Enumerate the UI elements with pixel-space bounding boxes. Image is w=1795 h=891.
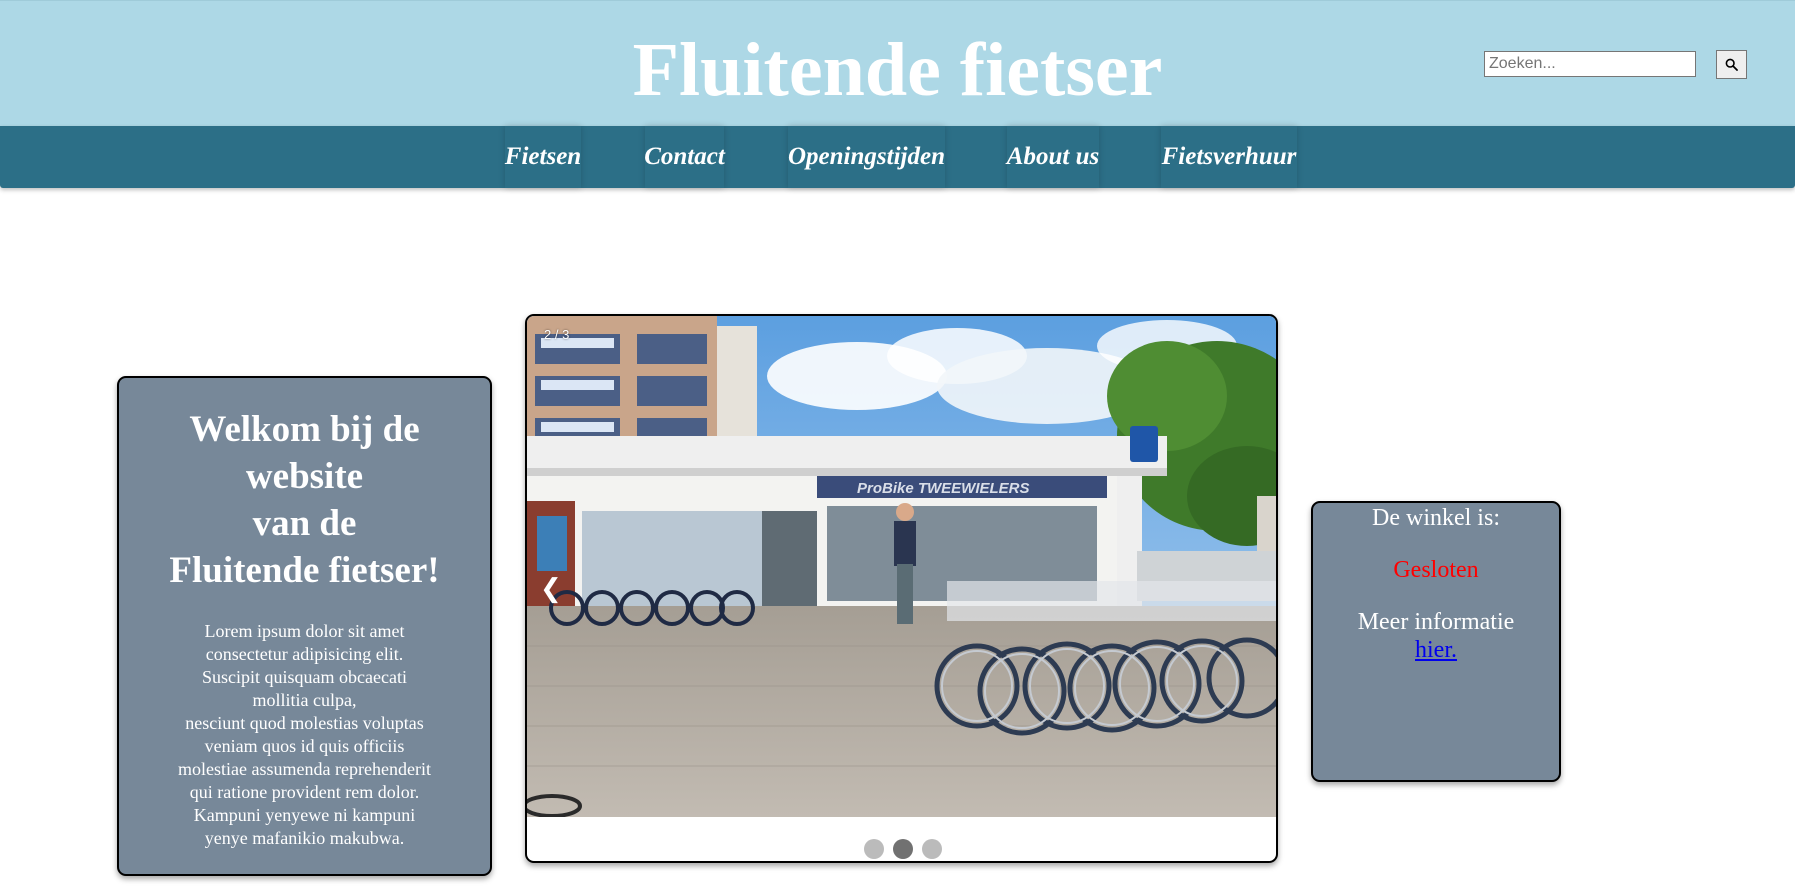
search-button[interactable] bbox=[1716, 50, 1747, 79]
image-carousel: ProBike TWEEWIELERS 2 / 3 ❮ bbox=[525, 314, 1278, 863]
store-status-card: De winkel is: Gesloten Meer informatie h… bbox=[1311, 501, 1561, 782]
nav-item-fietsen[interactable]: Fietsen bbox=[505, 126, 581, 188]
main-navigation: Fietsen Contact Openingstijden About us … bbox=[0, 126, 1795, 188]
nav-item-about-us[interactable]: About us bbox=[1007, 126, 1099, 188]
welcome-card: Welkom bij de website van de Fluitende f… bbox=[117, 376, 492, 876]
search-input[interactable] bbox=[1484, 51, 1696, 77]
nav-item-contact[interactable]: Contact bbox=[644, 126, 725, 188]
svg-text:ProBike TWEEWIELERS: ProBike TWEEWIELERS bbox=[857, 480, 1030, 497]
welcome-heading: Welkom bij de website van de Fluitende f… bbox=[169, 409, 440, 591]
more-info-text: Meer informatie bbox=[1357, 609, 1515, 635]
slide-dot-3[interactable] bbox=[922, 839, 942, 859]
slide-dot-2[interactable] bbox=[893, 839, 913, 859]
search-icon bbox=[1725, 58, 1738, 71]
site-header: Fluitende fietser bbox=[0, 0, 1795, 126]
welcome-text: Lorem ipsum dolor sit amet consectetur a… bbox=[178, 621, 431, 848]
nav-item-openingstijden[interactable]: Openingstijden bbox=[788, 126, 945, 188]
bike-shop-photo: ProBike TWEEWIELERS bbox=[527, 316, 1276, 817]
slide-dot-1[interactable] bbox=[864, 839, 884, 859]
more-info-link[interactable]: hier. bbox=[1415, 636, 1457, 664]
slide-counter: 2 / 3 bbox=[544, 327, 570, 342]
nav-item-fietsverhuur[interactable]: Fietsverhuur bbox=[1161, 126, 1297, 188]
store-status-value: Gesloten bbox=[1393, 557, 1479, 583]
store-status-label: De winkel is: bbox=[1372, 505, 1500, 531]
chevron-left-icon[interactable]: ❮ bbox=[540, 576, 562, 602]
